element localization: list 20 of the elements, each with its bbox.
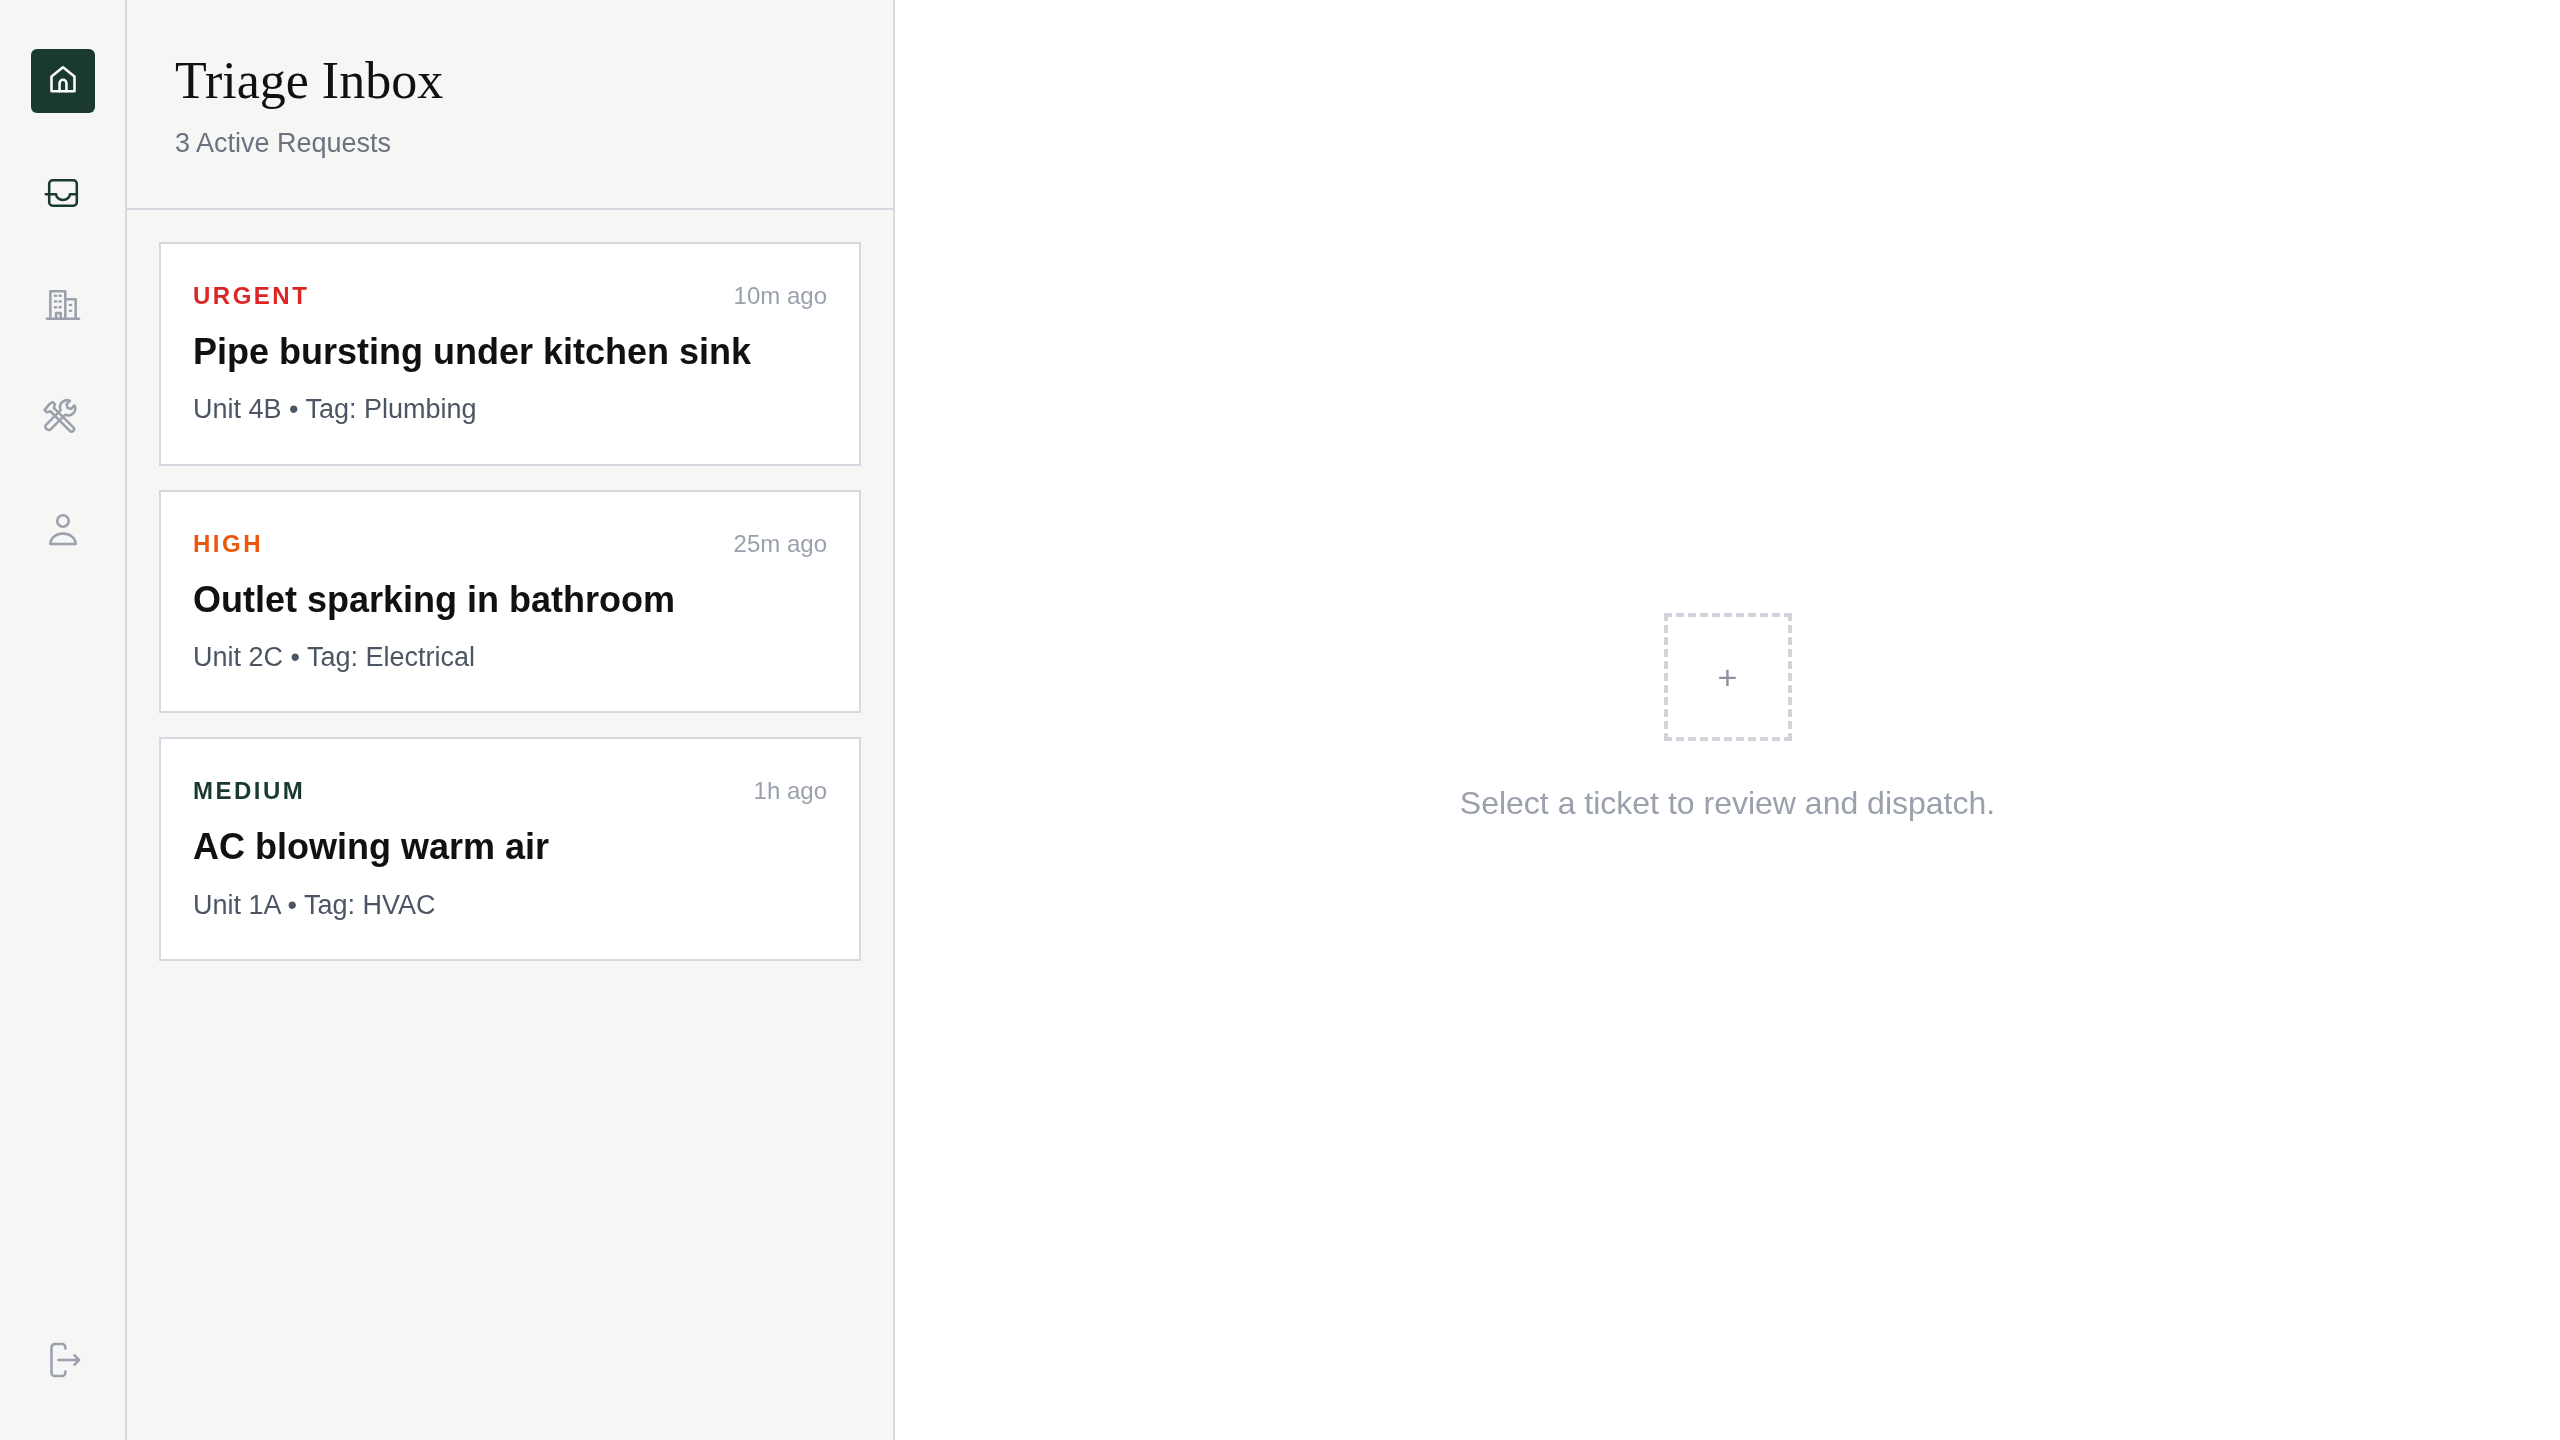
priority-label: URGENT <box>193 281 310 311</box>
ticket-time: 1h ago <box>753 776 827 807</box>
ticket-title: Pipe bursting under kitchen sink <box>193 330 753 374</box>
nav-button[interactable] <box>30 49 95 113</box>
ticket-meta: Unit 2C • Tag: Electrical <box>193 640 477 674</box>
ticket-card[interactable]: HIGH 25m ago Outlet sparking in bathroom Unit 2C • Tag: Electrical <box>159 489 861 714</box>
ticket-card[interactable]: MEDIUM 1h ago AC blowing warm air Unit 1A • Tag: HVAC <box>159 737 861 962</box>
ticket-time: 10m ago <box>733 281 827 311</box>
empty-placeholder-box: + <box>1663 613 1792 741</box>
ticket-time: 25m ago <box>733 528 827 559</box>
ticket-card[interactable]: URGENT 10m ago Pipe bursting under kitchen sink Unit 4B • Tag: Plumbing <box>159 242 861 466</box>
panel-title: Triage Inbox <box>175 52 445 110</box>
ticket-meta: Unit 1A • Tag: HVAC <box>193 888 437 922</box>
ticket-title: Outlet sparking in bathroom <box>193 577 677 621</box>
ticket-title: AC blowing warm air <box>193 825 551 869</box>
ticket-meta: Unit 4B • Tag: Plumbing <box>193 393 478 427</box>
empty-state-message: Select a ticket to review and dispatch. <box>1459 784 1996 823</box>
priority-label: HIGH <box>193 528 263 559</box>
priority-label: MEDIUM <box>193 776 306 807</box>
request-count: 3 Active Requests <box>175 127 393 161</box>
